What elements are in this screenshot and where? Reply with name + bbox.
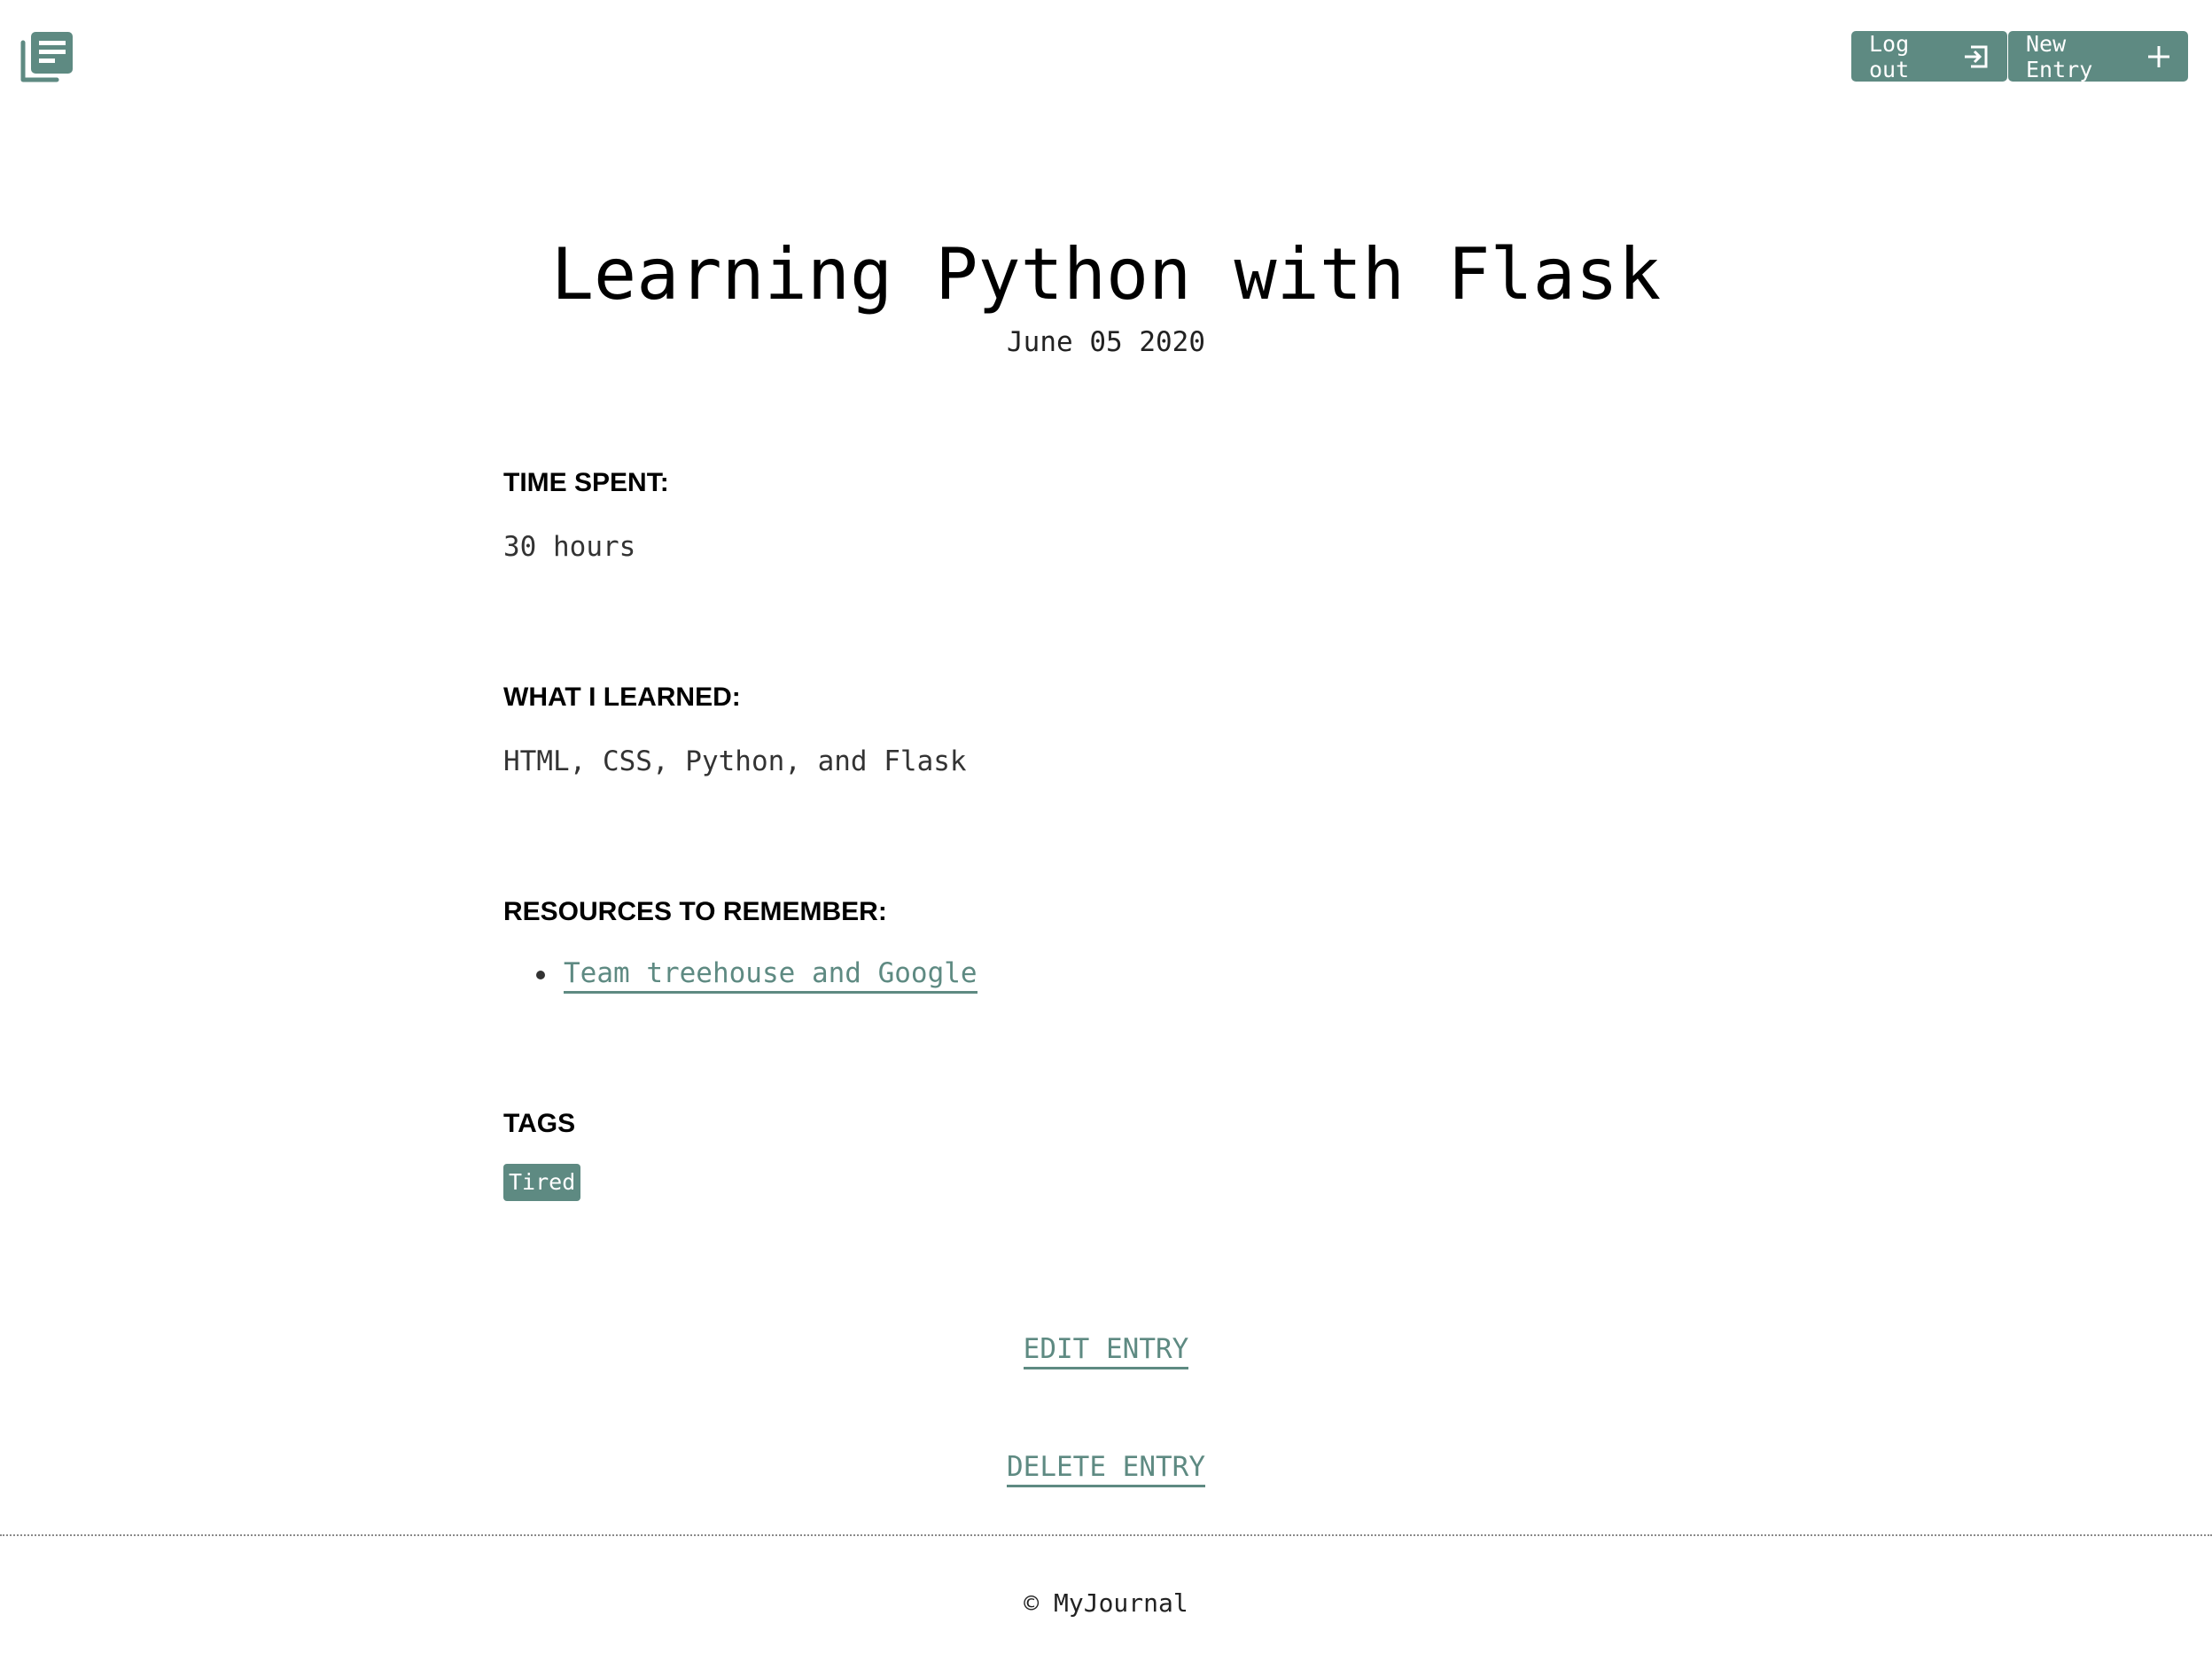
tag-badge[interactable]: Tired <box>503 1164 581 1201</box>
top-bar: Log out New Entry <box>0 0 2212 106</box>
new-entry-button[interactable]: New Entry <box>2008 31 2188 82</box>
list-item: Team treehouse and Google <box>503 955 977 994</box>
bullet-icon <box>536 971 545 979</box>
logout-icon <box>1963 43 1990 70</box>
what-i-learned-value: HTML, CSS, Python, and Flask <box>503 745 967 777</box>
delete-entry-container: DELETE ENTRY <box>0 1449 2212 1487</box>
resources-list: Team treehouse and Google <box>503 955 977 994</box>
resource-link[interactable]: Team treehouse and Google <box>564 957 977 994</box>
entry-title: Learning Python with Flask <box>550 233 1662 316</box>
tags-label: TAGS <box>503 1109 576 1138</box>
edit-entry-container: EDIT ENTRY <box>0 1331 2212 1369</box>
time-spent-value: 30 hours <box>503 531 636 563</box>
plus-icon <box>2147 45 2170 68</box>
what-i-learned-label: WHAT I LEARNED: <box>503 683 741 712</box>
delete-entry-link[interactable]: DELETE ENTRY <box>1007 1451 1205 1487</box>
footer-divider <box>0 1534 2212 1536</box>
logout-button-label: Log out <box>1869 30 1910 82</box>
journal-icon[interactable] <box>19 30 74 83</box>
footer-copyright: © MyJournal <box>1024 1588 1188 1618</box>
new-entry-button-label: New Entry <box>2026 30 2093 82</box>
logout-button[interactable]: Log out <box>1851 31 2007 82</box>
time-spent-label: TIME SPENT: <box>503 468 669 497</box>
entry-date: June 05 2020 <box>1007 326 1205 358</box>
edit-entry-link[interactable]: EDIT ENTRY <box>1023 1333 1189 1369</box>
resources-label: RESOURCES TO REMEMBER: <box>503 897 887 926</box>
